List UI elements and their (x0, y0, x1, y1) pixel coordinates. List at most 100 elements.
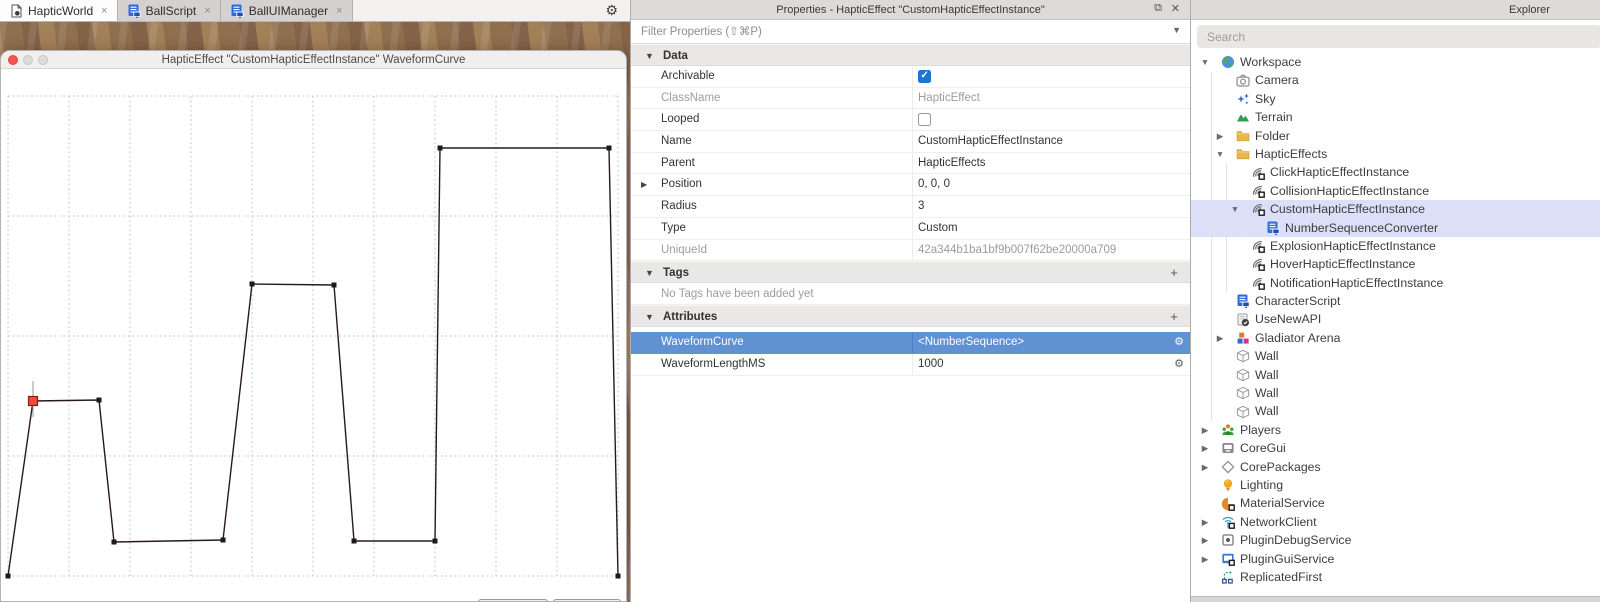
tree-row-wall[interactable]: Wall (1191, 365, 1600, 385)
property-value[interactable]: 0, 0, 0 (918, 174, 950, 196)
tree-row-characterscript[interactable]: CharacterScript (1191, 292, 1600, 311)
property-checkbox[interactable] (918, 70, 931, 83)
property-row-archivable[interactable]: Archivable (631, 66, 1190, 88)
tab-ballscript[interactable]: BallScript × (117, 0, 221, 21)
tree-collapsed-arrow-icon[interactable]: ▶ (1200, 439, 1210, 457)
tree-row-workspace[interactable]: ▼ Workspace (1191, 53, 1600, 72)
curve-point[interactable] (111, 539, 117, 545)
explorer-search-input[interactable] (1207, 27, 1587, 46)
curve-point[interactable] (5, 573, 11, 579)
tree-row-players[interactable]: ▶ Players (1191, 420, 1600, 440)
curve-point[interactable] (606, 145, 612, 151)
tab-balluimanager[interactable]: BallUIManager × (220, 0, 353, 21)
tree-row-pluginguiservice[interactable]: ▶ PluginGuiService (1191, 549, 1600, 568)
property-row-radius[interactable]: Radius 3 (631, 196, 1190, 218)
tree-collapsed-arrow-icon[interactable]: ▶ (1215, 127, 1225, 145)
tree-row-plugindebugservice[interactable]: ▶ PluginDebugService (1191, 531, 1600, 550)
tree-row-wall[interactable]: Wall (1191, 402, 1600, 421)
tree-row-customhapticeffectinstance[interactable]: ▼ CustomHapticEffectInstance (1191, 200, 1600, 219)
tree-collapsed-arrow-icon[interactable]: ▶ (1200, 458, 1210, 476)
tree-row-materialservice[interactable]: MaterialService (1191, 494, 1600, 513)
curve-point[interactable] (331, 282, 337, 288)
tree-collapsed-arrow-icon[interactable]: ▶ (1200, 550, 1210, 568)
property-row-position[interactable]: ▶ Position 0, 0, 0 (631, 174, 1190, 197)
tree-row-folder[interactable]: ▶ Folder (1191, 126, 1600, 145)
tab-close-icon[interactable]: × (204, 5, 210, 17)
property-gear-icon[interactable]: ⚙ (1174, 354, 1184, 376)
tree-row-wall[interactable]: Wall (1191, 384, 1600, 403)
tree-row-notificationhapticeffectinstance[interactable]: NotificationHapticEffectInstance (1191, 273, 1600, 293)
tree-collapsed-arrow-icon[interactable]: ▶ (1215, 329, 1225, 347)
curve-point[interactable] (615, 573, 621, 579)
tab-hapticworld[interactable]: HapticWorld × (0, 0, 118, 21)
tree-row-terrain[interactable]: Terrain (1191, 108, 1600, 127)
panel-close-icon[interactable]: ✕ (1171, 2, 1180, 15)
tree-expanded-arrow-icon[interactable]: ▼ (1200, 53, 1210, 71)
haptic-icon (1251, 202, 1265, 217)
tree-row-usenewapi[interactable]: UseNewAPI (1191, 310, 1600, 329)
tree-collapsed-arrow-icon[interactable]: ▶ (1200, 531, 1210, 549)
add-attributes-button[interactable]: + (1166, 306, 1182, 328)
tree-expanded-arrow-icon[interactable]: ▼ (1230, 200, 1240, 218)
curve-point[interactable] (249, 281, 255, 287)
tree-row-networkclient[interactable]: ▶ NetworkClient (1191, 512, 1600, 532)
tree-row-sky[interactable]: Sky (1191, 89, 1600, 109)
property-value[interactable]: <NumberSequence> (918, 332, 1024, 354)
tree-row-numbersequenceconverter[interactable]: NumberSequenceConverter (1191, 218, 1600, 237)
property-row-type[interactable]: Type Custom (631, 217, 1190, 240)
curve-point[interactable] (220, 537, 226, 543)
tree-row-camera[interactable]: Camera (1191, 71, 1600, 90)
section-collapse-arrow-icon[interactable]: ▼ (645, 45, 654, 67)
tree-row-corepackages[interactable]: ▶ CorePackages (1191, 457, 1600, 476)
tree-row-lighting[interactable]: Lighting (1191, 475, 1600, 495)
property-gear-icon[interactable]: ⚙ (1174, 332, 1184, 354)
tree-row-wall[interactable]: Wall (1191, 347, 1600, 366)
property-row-waveformlengthms[interactable]: WaveformLengthMS 1000 ⚙ (631, 353, 1190, 376)
property-row-uniqueid[interactable]: UniqueId 42a344b1ba1bf9b007f62be20000a709 (631, 239, 1190, 262)
add-tags-button[interactable]: + (1166, 262, 1182, 284)
tab-close-icon[interactable]: × (336, 5, 342, 17)
waveform-curve-canvas[interactable] (1, 69, 627, 602)
tab-close-icon[interactable]: × (101, 5, 107, 17)
curve-point[interactable] (432, 538, 438, 544)
property-expander-icon[interactable]: ▶ (641, 174, 647, 196)
section-header-tags[interactable]: ▼ Tags + (631, 261, 1190, 284)
section-collapse-arrow-icon[interactable]: ▼ (645, 306, 654, 328)
filter-dropdown-caret-icon[interactable]: ▼ (1172, 25, 1181, 35)
tree-row-replicatedfirst[interactable]: ReplicatedFirst (1191, 567, 1600, 587)
property-value[interactable]: CustomHapticEffectInstance (918, 131, 1063, 153)
waveform-curve-plot[interactable] (1, 69, 627, 602)
property-value[interactable]: HapticEffects (918, 153, 986, 175)
property-row-looped[interactable]: Looped (631, 109, 1190, 132)
tree-row-coregui[interactable]: ▶ CoreGui (1191, 439, 1600, 458)
filter-properties-input[interactable] (641, 22, 1141, 42)
property-value[interactable]: 3 (918, 196, 924, 218)
curve-point[interactable] (351, 538, 357, 544)
property-checkbox[interactable] (918, 113, 931, 127)
property-value[interactable]: HapticEffect (918, 88, 980, 110)
curve-point[interactable] (437, 145, 443, 151)
property-row-waveformcurve[interactable]: WaveformCurve <NumberSequence> ⚙ (631, 332, 1190, 354)
property-row-classname[interactable]: ClassName HapticEffect (631, 87, 1190, 110)
tree-row-clickhapticeffectinstance[interactable]: ClickHapticEffectInstance (1191, 163, 1600, 182)
tree-row-gladiator-arena[interactable]: ▶ Gladiator Arena (1191, 328, 1600, 348)
panel-float-icon[interactable]: ⧉ (1154, 2, 1162, 15)
property-value[interactable]: Custom (918, 218, 958, 240)
curve-point[interactable] (96, 397, 102, 403)
tab-settings-gear-icon[interactable]: ⚙ (605, 2, 618, 19)
property-value[interactable]: 42a344b1ba1bf9b007f62be20000a709 (918, 240, 1116, 262)
tree-row-hoverhapticeffectinstance[interactable]: HoverHapticEffectInstance (1191, 255, 1600, 274)
tree-expanded-arrow-icon[interactable]: ▼ (1215, 145, 1225, 163)
property-row-name[interactable]: Name CustomHapticEffectInstance (631, 131, 1190, 153)
section-header-data[interactable]: ▼ Data (631, 44, 1190, 66)
section-header-attributes[interactable]: ▼ Attributes + (631, 305, 1190, 328)
property-row-parent[interactable]: Parent HapticEffects (631, 152, 1190, 175)
tree-collapsed-arrow-icon[interactable]: ▶ (1200, 513, 1210, 531)
property-value[interactable]: 1000 (918, 354, 944, 376)
tree-row-collisionhapticeffectinstance[interactable]: CollisionHapticEffectInstance (1191, 181, 1600, 201)
curve-point-selected[interactable] (27, 395, 39, 407)
tree-row-explosionhapticeffectinstance[interactable]: ExplosionHapticEffectInstance (1191, 236, 1600, 256)
tree-row-hapticeffects[interactable]: ▼ HapticEffects (1191, 144, 1600, 164)
section-collapse-arrow-icon[interactable]: ▼ (645, 262, 654, 284)
tree-collapsed-arrow-icon[interactable]: ▶ (1200, 421, 1210, 439)
